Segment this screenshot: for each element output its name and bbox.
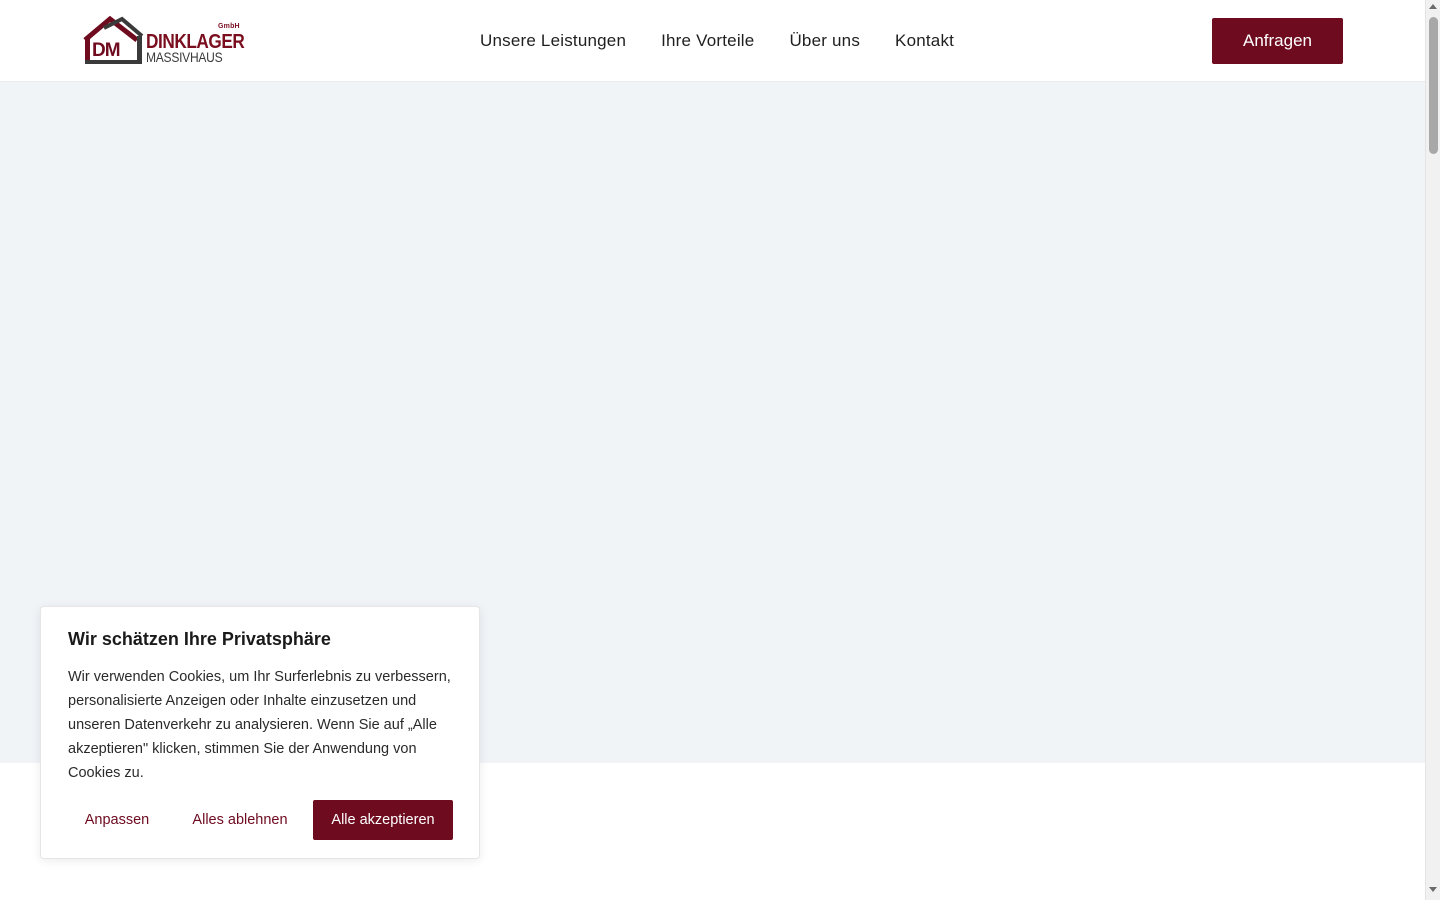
logo-suffix: GmbH <box>218 23 240 30</box>
nav-item-leistungen[interactable]: Unsere Leistungen <box>480 31 626 51</box>
cookie-title: Wir schätzen Ihre Privatsphäre <box>68 629 331 649</box>
page-scrollbar[interactable] <box>1425 0 1440 900</box>
scroll-down-icon[interactable] <box>1429 887 1437 892</box>
site-header: DM GmbH DINKLAGER MASSIVHAUS Unsere Leis… <box>0 0 1425 82</box>
scroll-thumb[interactable] <box>1429 17 1438 154</box>
nav-item-ueber-uns[interactable]: Über uns <box>789 31 860 51</box>
cookie-consent-dialog: Wir schätzen Ihre Privatsphäre Wir verwe… <box>40 606 480 859</box>
company-logo[interactable]: DM GmbH DINKLAGER MASSIVHAUS <box>82 16 245 66</box>
main-navigation: Unsere Leistungen Ihre Vorteile Über uns… <box>480 31 954 51</box>
logo-subname: MASSIVHAUS <box>146 49 223 65</box>
cookie-description: Wir verwenden Cookies, um Ihr Surferlebn… <box>68 669 451 781</box>
scroll-up-icon[interactable] <box>1429 4 1437 9</box>
nav-item-vorteile[interactable]: Ihre Vorteile <box>661 31 754 51</box>
reject-all-button[interactable]: Alles ablehnen <box>178 800 302 840</box>
logo-monogram: DM <box>92 40 121 61</box>
nav-item-kontakt[interactable]: Kontakt <box>895 31 954 51</box>
accept-all-button[interactable]: Alle akzeptieren <box>313 800 453 840</box>
customize-cookies-button[interactable]: Anpassen <box>68 800 166 840</box>
anfragen-button[interactable]: Anfragen <box>1212 18 1343 64</box>
